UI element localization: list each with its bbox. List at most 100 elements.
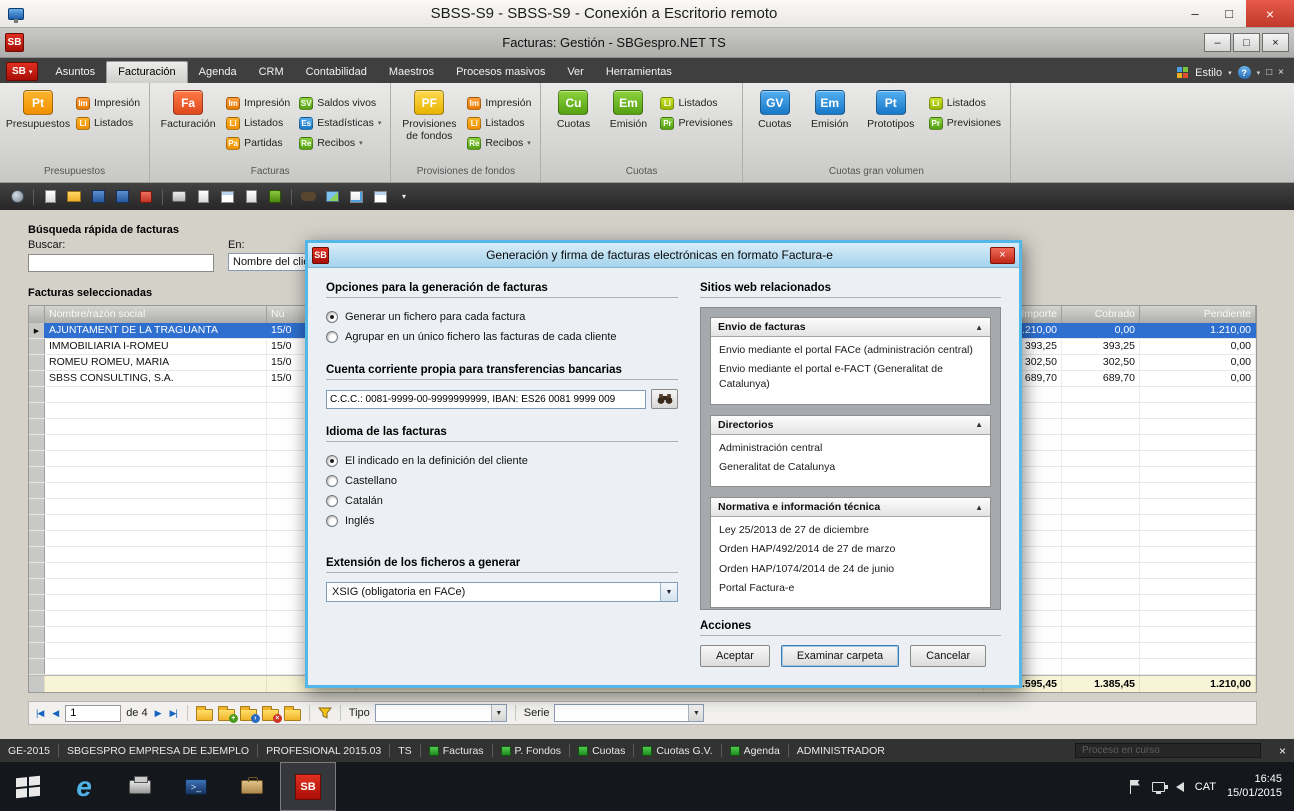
column-header-pendiente[interactable]: Pendiente bbox=[1140, 306, 1256, 323]
ribbon-button-impresion-facturas[interactable]: Im Impresión bbox=[224, 95, 292, 111]
folder-delete-button[interactable]: × bbox=[262, 706, 279, 721]
first-record-button[interactable]: |◀ bbox=[34, 708, 45, 719]
internet-explorer-taskbar-button[interactable]: e bbox=[56, 762, 112, 811]
ribbon-button-estadisticas[interactable]: Es Estadísticas ▾ bbox=[297, 115, 383, 131]
action-center-flag-icon[interactable] bbox=[1130, 780, 1141, 794]
link-efact[interactable]: Envio mediante el portal e-FACT (General… bbox=[719, 362, 982, 392]
tab-maestros[interactable]: Maestros bbox=[378, 62, 445, 83]
table-view-icon[interactable] bbox=[370, 187, 390, 207]
app-restore-button[interactable]: □ bbox=[1233, 33, 1260, 52]
copy-icon[interactable] bbox=[241, 187, 261, 207]
link-ley-25-2013[interactable]: Ley 25/2013 de 27 de diciembre bbox=[719, 523, 982, 538]
statusbar-close-icon[interactable]: × bbox=[1279, 744, 1286, 758]
radio-fichero-por-factura[interactable]: Generar un fichero para cada factura bbox=[326, 307, 678, 327]
row-selector[interactable]: ▶ bbox=[29, 323, 45, 338]
dialog-close-button[interactable]: × bbox=[990, 247, 1015, 264]
folder-plain-button[interactable] bbox=[284, 706, 301, 721]
filter-button[interactable] bbox=[318, 706, 332, 720]
link-generalitat[interactable]: Generalitat de Catalunya bbox=[719, 460, 982, 475]
chevron-down-icon[interactable]: ▾ bbox=[1257, 69, 1261, 77]
serie-combobox[interactable]: ▼ bbox=[554, 704, 704, 722]
ribbon-close-icon[interactable]: × bbox=[1278, 67, 1284, 78]
ribbon-button-previsiones-cuotas[interactable]: Pr Previsiones bbox=[658, 115, 734, 131]
ribbon-button-listados-cuotas[interactable]: Li Listados bbox=[658, 95, 734, 111]
save-all-icon[interactable] bbox=[112, 187, 132, 207]
ribbon-button-recibos-provisiones[interactable]: Re Recibos ▾ bbox=[465, 135, 533, 151]
row-selector[interactable]: ▶ bbox=[29, 371, 45, 386]
radio-idioma-catalan[interactable]: Catalán bbox=[326, 491, 678, 511]
ribbon-button-presupuestos[interactable]: Pt Presupuestos bbox=[7, 88, 69, 130]
ribbon-button-emision-cuotas[interactable]: Em Emisión bbox=[603, 88, 653, 130]
toolbar-options-icon[interactable]: ▾ bbox=[394, 187, 414, 207]
examinar-carpeta-button[interactable]: Examinar carpeta bbox=[781, 645, 899, 667]
print-preview-icon[interactable] bbox=[193, 187, 213, 207]
tab-asuntos[interactable]: Asuntos bbox=[44, 62, 106, 83]
export-excel-icon[interactable] bbox=[265, 187, 285, 207]
column-header-cobrado[interactable]: Cobrado bbox=[1062, 306, 1140, 323]
new-document-icon[interactable] bbox=[40, 187, 60, 207]
help-icon[interactable]: ? bbox=[1238, 66, 1251, 79]
folder-move-button[interactable]: › bbox=[240, 706, 257, 721]
clock[interactable]: 16:45 15/01/2015 bbox=[1227, 773, 1282, 801]
folder-open-button[interactable]: + bbox=[218, 706, 235, 721]
tipo-combobox[interactable]: ▼ bbox=[375, 704, 507, 722]
ribbon-button-recibos-facturas[interactable]: Re Recibos ▾ bbox=[297, 135, 383, 151]
previous-record-button[interactable]: ◀ bbox=[50, 708, 60, 719]
radio-idioma-castellano[interactable]: Castellano bbox=[326, 471, 678, 491]
ribbon-button-listados-provisiones[interactable]: Li Listados bbox=[465, 115, 533, 131]
ribbon-button-listados-facturas[interactable]: Li Listados bbox=[224, 115, 292, 131]
cuenta-corriente-input[interactable] bbox=[326, 390, 646, 409]
ribbon-float-icon[interactable]: □ bbox=[1266, 67, 1272, 78]
card-header-directorios[interactable]: Directorios ▲ bbox=[711, 416, 990, 435]
app-close-button[interactable]: × bbox=[1262, 33, 1289, 52]
start-button[interactable] bbox=[0, 762, 56, 811]
archive-taskbar-button[interactable] bbox=[224, 762, 280, 811]
tab-herramientas[interactable]: Herramientas bbox=[595, 62, 683, 83]
row-selector[interactable]: ▶ bbox=[29, 355, 45, 370]
ribbon-button-listados-presupuestos[interactable]: Li Listados bbox=[74, 115, 142, 131]
volume-icon[interactable] bbox=[1176, 782, 1184, 792]
aceptar-button[interactable]: Aceptar bbox=[700, 645, 770, 667]
radio-idioma-cliente[interactable]: El indicado en la definición del cliente bbox=[326, 451, 678, 471]
row-selector[interactable]: ▶ bbox=[29, 339, 45, 354]
tab-procesos-masivos[interactable]: Procesos masivos bbox=[445, 62, 556, 83]
ribbon-button-partidas[interactable]: Pa Partidas bbox=[224, 135, 292, 151]
record-number-input[interactable] bbox=[65, 705, 121, 722]
extension-select[interactable]: XSIG (obligatoria en FACe) ▼ bbox=[326, 582, 678, 602]
last-record-button[interactable]: ▶| bbox=[168, 708, 179, 719]
search-binoculars-icon[interactable] bbox=[298, 187, 318, 207]
ribbon-button-gv-emision[interactable]: Em Emisión bbox=[805, 88, 855, 130]
rdp-minimize-button[interactable]: – bbox=[1178, 0, 1212, 27]
sbss-taskbar-button[interactable]: SB bbox=[280, 762, 336, 811]
delete-record-icon[interactable] bbox=[136, 187, 156, 207]
app-menu-button[interactable]: SB▾ bbox=[6, 62, 38, 81]
link-orden-hap-492[interactable]: Orden HAP/492/2014 de 27 de marzo bbox=[719, 542, 982, 557]
tab-ver[interactable]: Ver bbox=[556, 62, 595, 83]
network-icon[interactable] bbox=[1152, 782, 1165, 792]
image-icon[interactable] bbox=[322, 187, 342, 207]
estilo-button[interactable]: Estilo bbox=[1195, 67, 1222, 79]
print-icon[interactable] bbox=[169, 187, 189, 207]
chevron-down-icon[interactable]: ▾ bbox=[1228, 69, 1232, 77]
link-admin-central[interactable]: Administración central bbox=[719, 441, 982, 456]
search-input[interactable] bbox=[28, 254, 214, 272]
ribbon-button-impresion-presupuestos[interactable]: Im Impresión bbox=[74, 95, 142, 111]
open-folder-icon[interactable] bbox=[64, 187, 84, 207]
radio-idioma-ingles[interactable]: Inglés bbox=[326, 511, 678, 531]
ribbon-button-cuotas[interactable]: Cu Cuotas bbox=[548, 88, 598, 130]
tab-agenda[interactable]: Agenda bbox=[188, 62, 248, 83]
ribbon-button-saldos-vivos[interactable]: SV Saldos vivos bbox=[297, 95, 383, 111]
language-indicator[interactable]: CAT bbox=[1195, 781, 1216, 793]
rdp-restore-button[interactable]: □ bbox=[1212, 0, 1246, 27]
ribbon-button-prototipos[interactable]: Pt Prototipos bbox=[860, 88, 922, 130]
card-header-envio[interactable]: Envio de facturas ▲ bbox=[711, 318, 990, 337]
chart-icon[interactable] bbox=[346, 187, 366, 207]
ribbon-button-provisiones[interactable]: PF Provisiones de fondos bbox=[398, 88, 460, 142]
ribbon-button-gv-cuotas[interactable]: GV Cuotas bbox=[750, 88, 800, 130]
tab-crm[interactable]: CRM bbox=[248, 62, 295, 83]
app-minimize-button[interactable]: – bbox=[1204, 33, 1231, 52]
column-header-nombre[interactable]: Nombre/razón social bbox=[45, 306, 267, 323]
buscar-cuenta-button[interactable] bbox=[651, 389, 678, 409]
link-portal-factura-e[interactable]: Portal Factura-e bbox=[719, 581, 982, 596]
save-icon[interactable] bbox=[88, 187, 108, 207]
